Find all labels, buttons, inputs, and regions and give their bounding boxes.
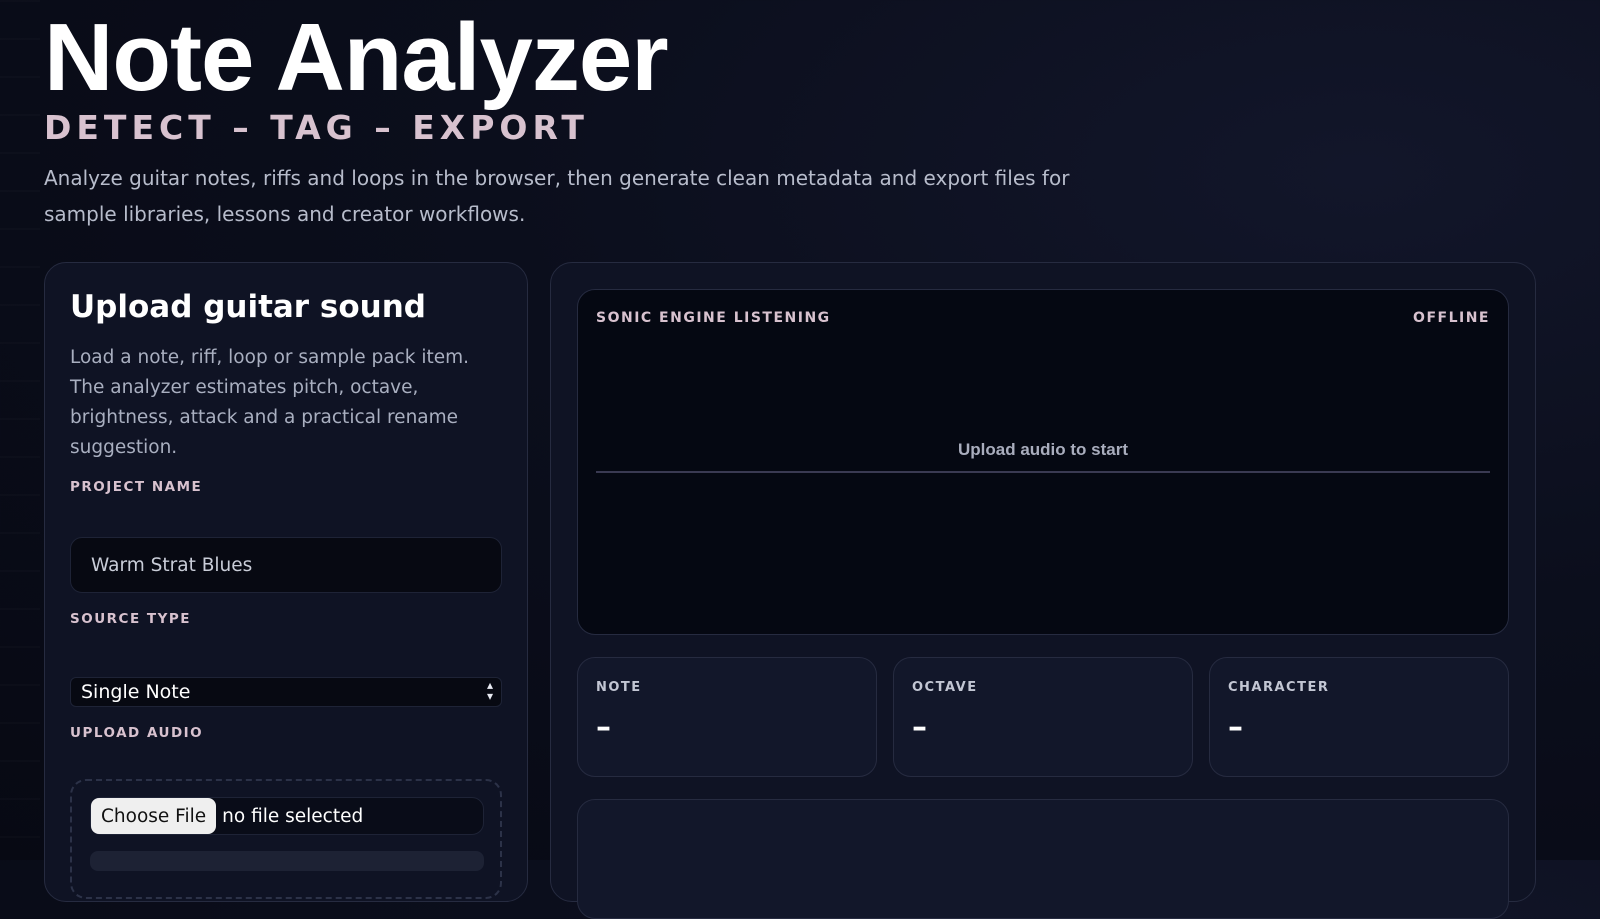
app-tagline: DETECT – TAG – EXPORT	[44, 108, 589, 147]
stat-label: OCTAVE	[912, 680, 978, 695]
secondary-control	[90, 851, 484, 871]
file-input[interactable]: Choose File no file selected	[90, 797, 484, 835]
engine-label: SONIC ENGINE LISTENING	[596, 310, 831, 326]
stat-label: CHARACTER	[1228, 680, 1330, 695]
stat-card-character: CHARACTER –	[1209, 657, 1509, 777]
upload-card: Upload guitar sound Load a note, riff, l…	[44, 262, 528, 902]
upload-audio-label: UPLOAD AUDIO	[70, 725, 204, 741]
project-name-input[interactable]	[70, 537, 502, 593]
stat-card-octave: OCTAVE –	[893, 657, 1193, 777]
audio-drop-zone[interactable]: Choose File no file selected	[70, 779, 502, 899]
upload-title: Upload guitar sound	[70, 289, 426, 325]
upload-description: Load a note, riff, loop or sample pack i…	[70, 347, 470, 458]
results-card	[577, 799, 1509, 919]
file-status-text: no file selected	[222, 805, 364, 827]
source-type-select[interactable]: Single Note ▴ ▾	[70, 677, 502, 707]
choose-file-button[interactable]: Choose File	[91, 798, 217, 834]
source-type-label: SOURCE TYPE	[70, 611, 191, 627]
engine-status-badge: OFFLINE	[1413, 310, 1490, 326]
source-type-value: Single Note	[81, 681, 191, 703]
stat-value: –	[1228, 710, 1243, 745]
select-updown-icon: ▴ ▾	[486, 678, 493, 703]
analysis-panel: SONIC ENGINE LISTENING OFFLINE Upload au…	[550, 262, 1536, 919]
app-title: Note Analyzer	[44, 4, 669, 111]
visualizer-empty-message: Upload audio to start	[958, 440, 1128, 459]
stat-value: –	[912, 710, 927, 745]
project-name-label: PROJECT NAME	[70, 479, 203, 495]
waveform-baseline	[596, 471, 1490, 473]
hero-header: Note Analyzer DETECT – TAG – EXPORT Anal…	[44, 6, 1144, 252]
background-texture	[0, 0, 40, 860]
stat-value: –	[596, 710, 611, 745]
app-description: Analyze guitar notes, riffs and loops in…	[44, 166, 1070, 226]
waveform-visualizer: SONIC ENGINE LISTENING OFFLINE Upload au…	[577, 289, 1509, 635]
stat-label: NOTE	[596, 680, 642, 695]
stat-card-note: NOTE –	[577, 657, 877, 777]
